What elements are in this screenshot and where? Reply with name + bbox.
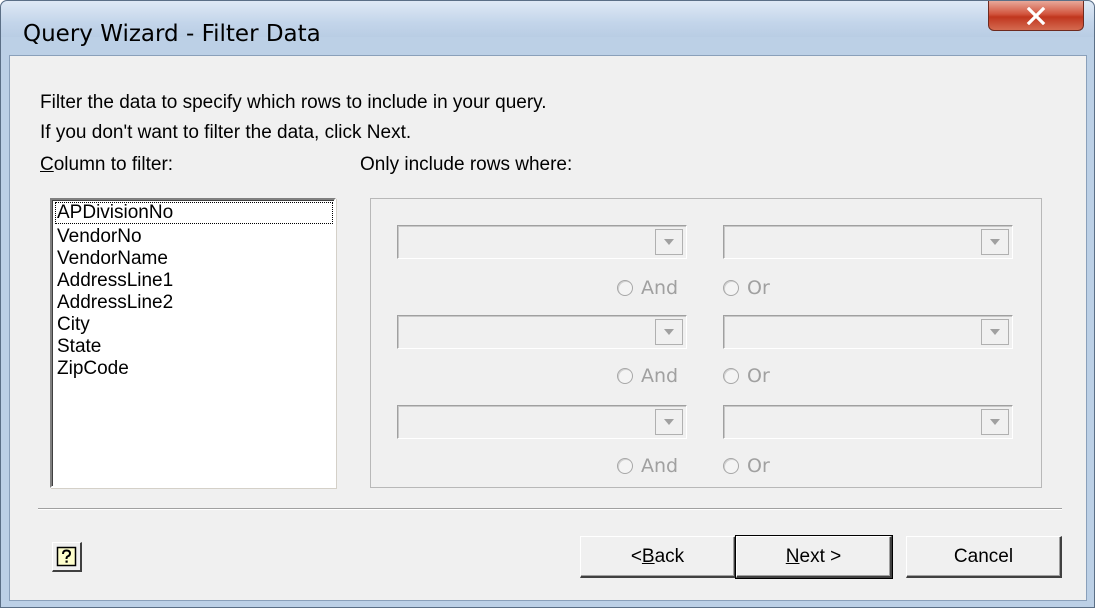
back-button[interactable]: < Back <box>580 536 736 578</box>
help-question-icon <box>56 546 76 566</box>
help-button[interactable] <box>52 542 82 572</box>
radio-circle-icon <box>617 458 633 474</box>
radio-circle-icon <box>723 458 739 474</box>
radio-circle-icon <box>723 368 739 384</box>
radio-circle-icon <box>617 368 633 384</box>
dropdown-arrow-icon[interactable] <box>981 409 1009 435</box>
filter-criteria-group: And Or And Or And Or <box>370 198 1042 488</box>
back-prefix: < <box>630 545 642 567</box>
dropdown-arrow-icon[interactable] <box>655 319 683 345</box>
and-radio-1[interactable]: And <box>617 277 678 299</box>
dropdown-arrow-icon[interactable] <box>981 319 1009 345</box>
value-combo-2[interactable] <box>723 315 1013 349</box>
dropdown-arrow-icon[interactable] <box>655 409 683 435</box>
list-item-column[interactable]: VendorNo <box>55 226 144 248</box>
list-item-column[interactable]: APDivisionNo <box>55 202 333 224</box>
value-combo-1[interactable] <box>723 225 1013 259</box>
cancel-button[interactable]: Cancel <box>906 536 1062 578</box>
or-radio-3[interactable]: Or <box>723 455 770 477</box>
operator-combo-1[interactable] <box>397 225 687 259</box>
column-to-filter-label: Column to filter: <box>40 154 173 176</box>
or-radio-1-label: Or <box>747 277 770 299</box>
radio-circle-icon <box>617 280 633 296</box>
and-radio-2-label: And <box>641 365 679 387</box>
operator-combo-2[interactable] <box>397 315 687 349</box>
only-include-label: Only include rows where: <box>360 154 573 175</box>
window-title: Query Wizard - Filter Data <box>23 21 321 47</box>
list-item-column[interactable]: ZipCode <box>55 358 131 380</box>
back-mnemonic: B <box>641 545 655 567</box>
and-radio-3-label: And <box>641 455 679 477</box>
column-label-mnemonic: C <box>40 154 54 175</box>
list-item-column[interactable]: VendorName <box>55 248 170 270</box>
dropdown-arrow-icon[interactable] <box>981 229 1009 255</box>
or-radio-3-label: Or <box>747 455 770 477</box>
and-radio-1-label: And <box>641 277 679 299</box>
back-rest: ack <box>654 545 685 567</box>
next-button[interactable]: Next > <box>735 535 893 579</box>
or-radio-2[interactable]: Or <box>723 365 770 387</box>
column-label-rest: olumn to filter: <box>53 154 174 175</box>
dialog-client-area: Filter the data to specify which rows to… <box>9 55 1087 601</box>
dropdown-arrow-icon[interactable] <box>655 229 683 255</box>
list-item-column[interactable]: AddressLine2 <box>55 292 175 314</box>
dialog-window: Query Wizard - Filter Data Filter the da… <box>0 0 1095 608</box>
intro-line-2: If you don't want to filter the data, cl… <box>40 122 412 143</box>
value-combo-3[interactable] <box>723 405 1013 439</box>
list-item-column[interactable]: City <box>55 314 92 336</box>
radio-circle-icon <box>723 280 739 296</box>
or-radio-2-label: Or <box>747 365 770 387</box>
list-item-column[interactable]: State <box>55 336 103 358</box>
intro-line-1: Filter the data to specify which rows to… <box>40 92 547 113</box>
operator-combo-3[interactable] <box>397 405 687 439</box>
title-bar[interactable]: Query Wizard - Filter Data <box>1 1 1094 47</box>
footer-separator <box>38 508 1062 510</box>
close-x-icon <box>1026 6 1046 25</box>
close-button[interactable] <box>988 1 1084 31</box>
and-radio-2[interactable]: And <box>617 365 678 387</box>
list-item-column[interactable]: AddressLine1 <box>55 270 175 292</box>
next-rest: ext > <box>799 545 842 567</box>
and-radio-3[interactable]: And <box>617 455 678 477</box>
or-radio-1[interactable]: Or <box>723 277 770 299</box>
column-listbox[interactable]: APDivisionNo VendorNo VendorName Address… <box>50 198 336 488</box>
next-mnemonic: N <box>785 545 800 567</box>
